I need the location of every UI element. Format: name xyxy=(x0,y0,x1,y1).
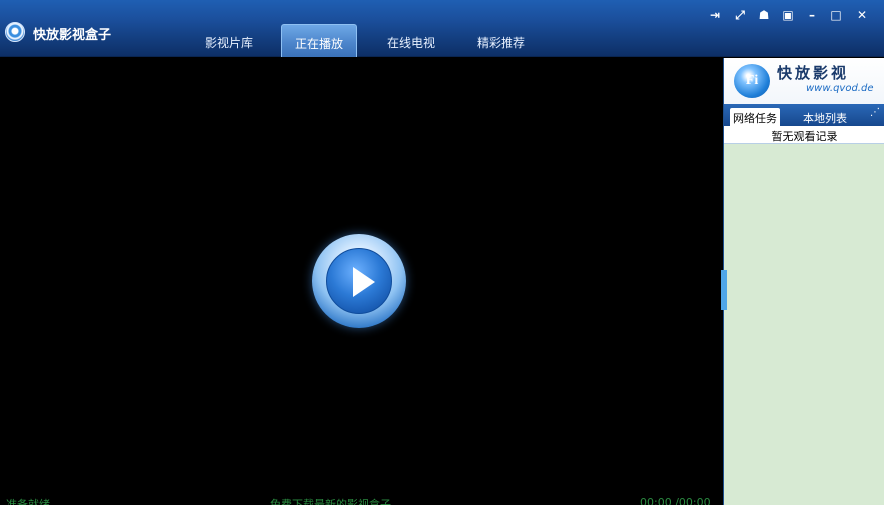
brand-banner: Fi 快放影视 www.qvod.de xyxy=(724,58,884,104)
tab-local-list[interactable]: 本地列表 xyxy=(800,108,850,126)
tab-network-tasks[interactable]: 网络任务 xyxy=(730,108,780,126)
menu-icon[interactable]: ▣ xyxy=(780,7,796,23)
status-text: 准备就绪 xyxy=(6,498,50,505)
tab-now-playing[interactable]: 正在播放 xyxy=(281,24,357,57)
time-display: 00:00 /00:00 xyxy=(640,496,711,505)
tab-recommended[interactable]: 精彩推荐 xyxy=(470,24,532,57)
sidebar-tabs: 网络任务 本地列表 ⋰ xyxy=(724,104,884,126)
minimize-button[interactable]: – xyxy=(804,7,820,23)
mini-mode-icon[interactable]: ⤢ xyxy=(732,7,748,23)
more-icon[interactable]: ⋰ xyxy=(870,107,880,118)
pin-icon[interactable]: ⇥ xyxy=(707,7,723,23)
sidebar-panel: Fi 快放影视 www.qvod.de 网络任务 本地列表 ⋰ 暂无观看记录 xyxy=(723,58,884,505)
title-bar: 快放影视盒子 影视片库 正在播放 在线电视 精彩推荐 ⇥ ⤢ ☗ ▣ – □ ✕ xyxy=(0,0,884,57)
video-area[interactable] xyxy=(0,58,723,505)
app-window: 快放影视盒子 影视片库 正在播放 在线电视 精彩推荐 ⇥ ⤢ ☗ ▣ – □ ✕… xyxy=(0,0,884,505)
brand-logo-icon: Fi xyxy=(734,64,770,98)
skin-icon[interactable]: ☗ xyxy=(756,7,772,23)
empty-history-text: 暂无观看记录 xyxy=(724,126,884,144)
brand-url: www.qvod.de xyxy=(806,83,874,94)
brand-name: 快放影视 xyxy=(777,64,850,82)
tab-library[interactable]: 影视片库 xyxy=(198,24,260,57)
app-title: 快放影视盒子 xyxy=(33,28,112,43)
sidebar-toggle-handle[interactable] xyxy=(721,270,727,310)
play-button-inner xyxy=(326,248,392,314)
play-button[interactable] xyxy=(312,234,406,328)
close-button[interactable]: ✕ xyxy=(854,7,870,23)
promo-link[interactable]: 免费下载最新的影视盒子 xyxy=(270,496,391,505)
tab-live-tv[interactable]: 在线电视 xyxy=(380,24,442,57)
play-icon xyxy=(353,267,375,297)
maximize-button[interactable]: □ xyxy=(828,7,844,23)
app-logo-icon xyxy=(5,22,25,42)
